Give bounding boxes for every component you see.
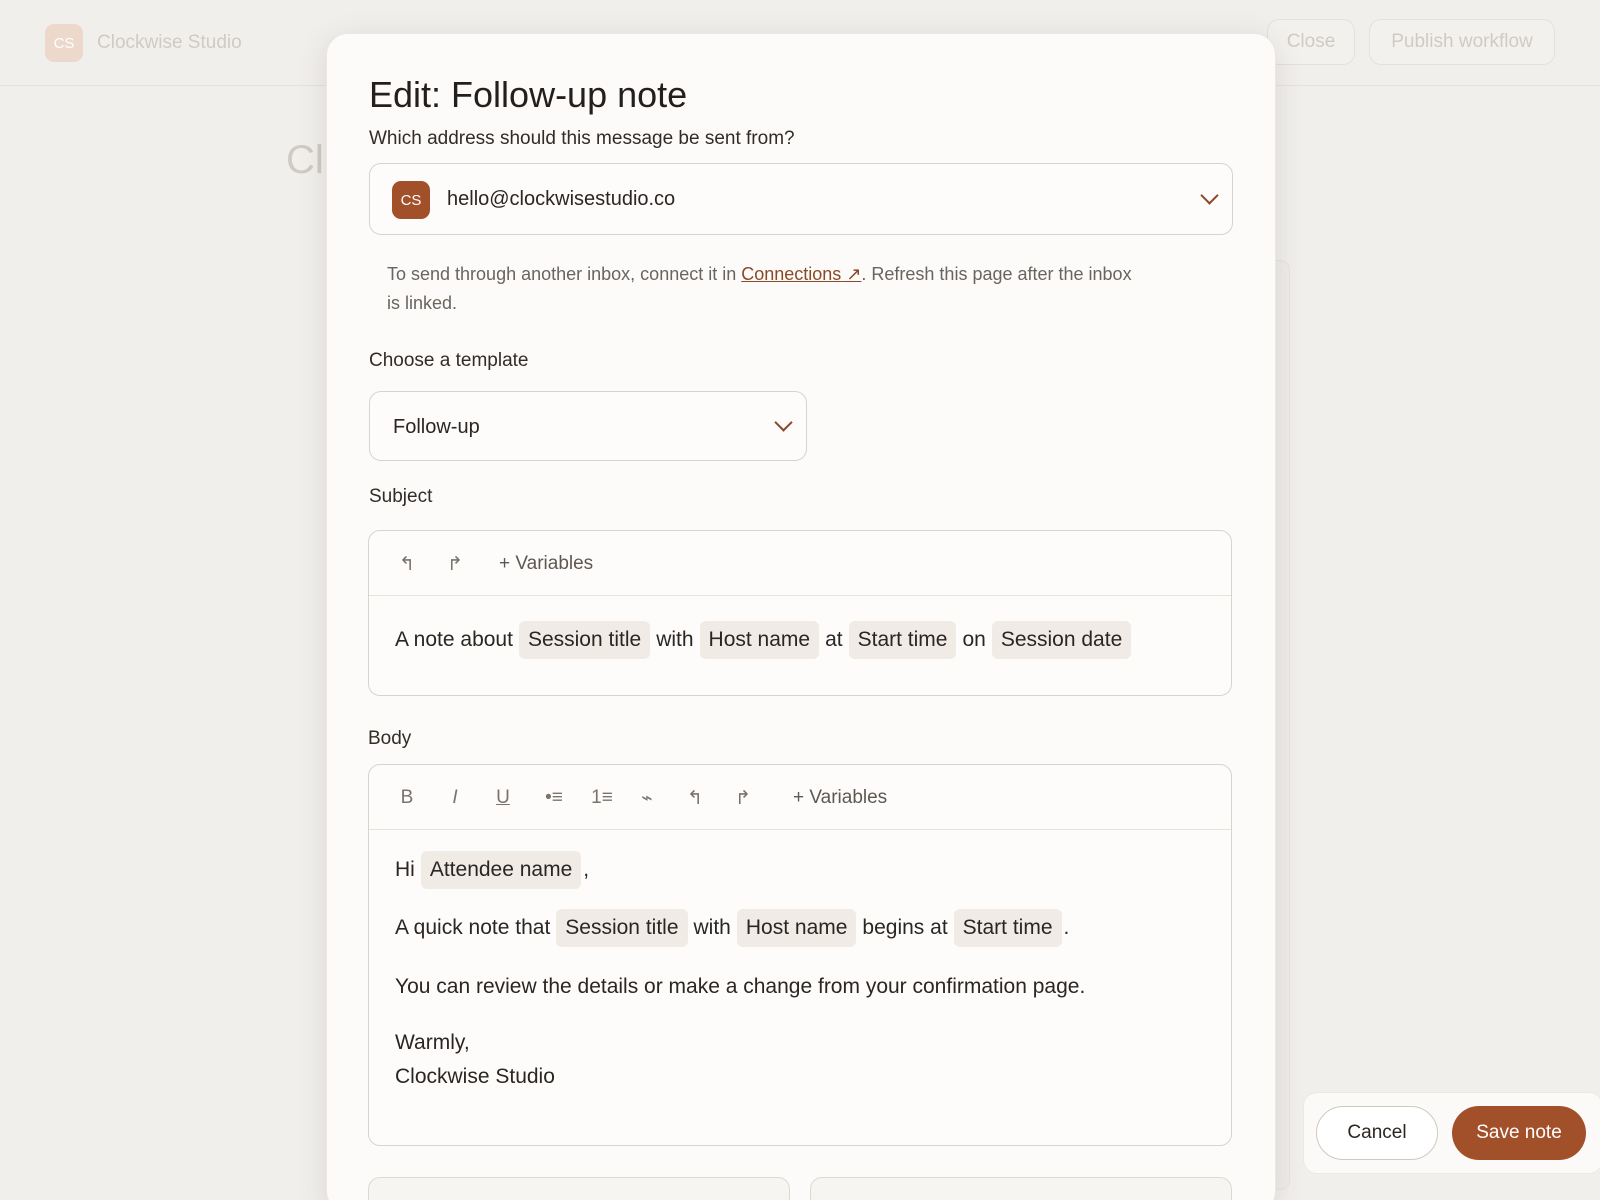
sender-email: hello@clockwisestudio.co (447, 188, 676, 210)
helper-prefix: To send through another inbox, connect i… (387, 264, 742, 284)
subject-line[interactable]: A note about Session title with Host nam… (395, 621, 1137, 659)
cancel-button[interactable]: Cancel (1316, 1106, 1438, 1160)
bold-icon[interactable]: B (395, 786, 419, 810)
save-note-button[interactable]: Save note (1452, 1106, 1586, 1160)
link-icon[interactable]: ⌁ (635, 786, 659, 810)
body-line[interactable]: A quick note that Session title with Hos… (395, 909, 1069, 947)
template-select[interactable]: Follow-up (369, 391, 807, 461)
redo-icon[interactable]: ↱ (731, 786, 755, 810)
body-variables-button[interactable]: + Variables (793, 787, 887, 809)
body-text: A quick note that (395, 916, 551, 939)
body-signoff[interactable]: Warmly, (395, 1031, 470, 1055)
connections-link-label: Connections (741, 264, 842, 284)
subject-text: with (656, 628, 694, 651)
card-stub-left (368, 1177, 790, 1200)
variable-chip[interactable]: Host name (736, 909, 857, 947)
body-toolbar: B I U •≡ 1≡ ⌁ ↰ ↱ + Variables (369, 765, 1231, 830)
subject-toolbar: ↰ ↱ + Variables (369, 531, 1231, 596)
variable-chip[interactable]: Host name (699, 621, 820, 659)
variable-chip[interactable]: Session title (556, 909, 688, 947)
connections-link[interactable]: Connections ↗ (741, 264, 861, 284)
numbered-list-icon[interactable]: 1≡ (587, 786, 617, 810)
background-close-button: Close (1267, 19, 1355, 65)
variable-chip[interactable]: Attendee name (420, 851, 582, 889)
variable-chip[interactable]: Start time (953, 909, 1062, 947)
sender-helper-text: To send through another inbox, connect i… (387, 260, 1147, 318)
card-stub-right (810, 1177, 1232, 1200)
chevron-down-icon (774, 413, 793, 432)
subject-variables-label: Variables (515, 553, 594, 574)
subject-label: Subject (369, 486, 433, 507)
background-brand-name: Clockwise Studio (97, 32, 242, 53)
variable-chip[interactable]: Session title (518, 621, 651, 659)
body-variables-label: Variables (809, 787, 888, 808)
template-label: Choose a template (369, 350, 529, 371)
variable-chip[interactable]: Session date (991, 621, 1132, 659)
body-line[interactable]: You can review the details or make a cha… (395, 975, 1085, 999)
body-text: with (693, 916, 731, 939)
subject-editor[interactable]: ↰ ↱ + Variables A note about Session tit… (368, 530, 1232, 696)
sender-label: Which address should this message be sen… (369, 128, 795, 149)
plus-icon: + (793, 787, 810, 808)
template-value: Follow-up (393, 416, 480, 438)
external-link-icon: ↗ (841, 264, 862, 284)
sender-select[interactable]: CS hello@clockwisestudio.co (369, 163, 1233, 235)
body-label: Body (368, 728, 412, 749)
sender-avatar: CS (392, 181, 430, 219)
body-editor[interactable]: B I U •≡ 1≡ ⌁ ↰ ↱ + Variables Hi Attende… (368, 764, 1232, 1146)
chevron-down-icon (1200, 186, 1219, 205)
subject-text: A note about (395, 628, 513, 651)
subject-text: on (962, 628, 986, 651)
body-text: , (583, 858, 590, 881)
subject-variables-button[interactable]: + Variables (499, 553, 593, 575)
body-signature[interactable]: Clockwise Studio (395, 1065, 555, 1089)
background-publish-button: Publish workflow (1369, 19, 1555, 65)
italic-icon[interactable]: I (443, 786, 467, 810)
variable-chip[interactable]: Start time (848, 621, 957, 659)
undo-icon[interactable]: ↰ (683, 786, 707, 810)
background-logo: CS (45, 24, 83, 62)
undo-icon[interactable]: ↰ (395, 552, 419, 576)
bullet-list-icon[interactable]: •≡ (539, 786, 569, 810)
body-text: . (1063, 916, 1070, 939)
body-text: Hi (395, 858, 415, 881)
body-text: begins at (862, 916, 948, 939)
body-greeting-line[interactable]: Hi Attendee name , (395, 851, 589, 889)
background-page-title: Cl (286, 138, 324, 182)
redo-icon[interactable]: ↱ (443, 552, 467, 576)
underline-icon[interactable]: U (491, 786, 515, 810)
subject-text: at (825, 628, 843, 651)
modal-title: Edit: Follow-up note (369, 74, 688, 115)
plus-icon: + (499, 553, 516, 574)
